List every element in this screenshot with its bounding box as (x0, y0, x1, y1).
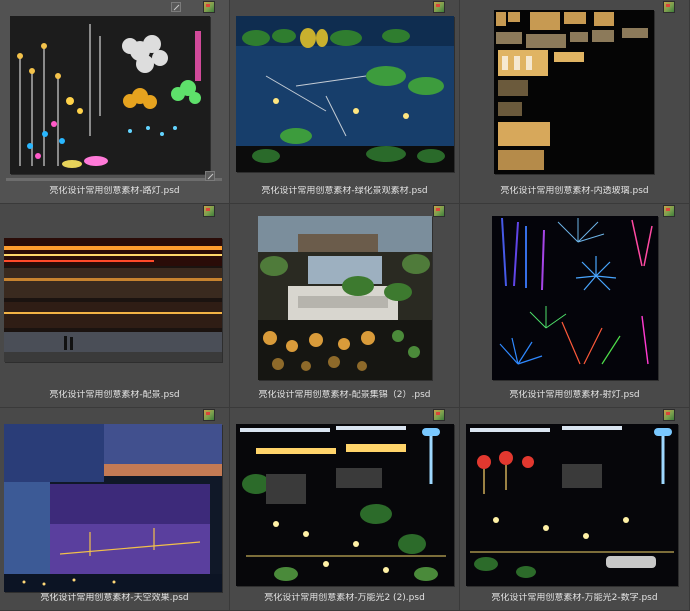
thumbnail-tile-interior-glass[interactable]: 亮化设计常用创意素材-内透玻璃.psd (460, 0, 690, 204)
thumbnail-tile-spotlights[interactable]: 亮化设计常用创意素材-射灯.psd (460, 204, 690, 408)
photoshop-file-icon (433, 1, 445, 13)
thumbnail-caption: 亮化设计常用创意素材-绿化景观素材.psd (261, 186, 428, 196)
selection-bar (6, 178, 222, 181)
thumbnail-image (494, 10, 654, 174)
thumbnail-image (4, 238, 222, 362)
thumbnail-image (236, 424, 454, 586)
resize-handle-icon[interactable] (205, 171, 215, 181)
photoshop-file-icon (433, 409, 445, 421)
photoshop-file-icon (203, 409, 215, 421)
thumbnail-image (10, 16, 210, 174)
photoshop-file-icon (433, 205, 445, 217)
thumbnail-tile-universal-light[interactable]: 亮化设计常用创意素材-万能光2 (2).psd (230, 408, 460, 611)
thumbnail-caption: 亮化设计常用创意素材-内透玻璃.psd (500, 186, 649, 196)
thumbnail-caption: 亮化设计常用创意素材-配景.psd (49, 390, 180, 400)
photoshop-file-icon (663, 1, 675, 13)
thumbnail-caption: 亮化设计常用创意素材-万能光2 (2).psd (264, 593, 425, 603)
thumbnail-tile-greenery[interactable]: 亮化设计常用创意素材-绿化景观素材.psd (230, 0, 460, 204)
photoshop-file-icon (203, 205, 215, 217)
photoshop-file-icon (203, 1, 215, 13)
thumbnail-tile-scene-collection[interactable]: 亮化设计常用创意素材-配景集锦（2）.psd (230, 204, 460, 408)
thumbnail-image (492, 216, 658, 380)
thumbnail-tile-street-lights[interactable]: 亮化设计常用创意素材-路灯.psd (0, 0, 230, 204)
resize-handle-icon[interactable] (171, 2, 181, 12)
thumbnail-caption: 亮化设计常用创意素材-配景集锦（2）.psd (258, 390, 431, 400)
thumbnail-tile-sky-effects[interactable]: 亮化设计常用创意素材-天空效果.psd (0, 408, 230, 611)
thumbnail-caption: 亮化设计常用创意素材-天空效果.psd (40, 593, 189, 603)
thumbnail-image (466, 424, 678, 586)
thumbnail-caption: 亮化设计常用创意素材-路灯.psd (49, 186, 180, 196)
thumbnail-grid: 亮化设计常用创意素材-路灯.psd 亮化设计常用创意素材-绿化景观素材.psd (0, 0, 690, 611)
thumbnail-caption: 亮化设计常用创意素材-射灯.psd (509, 390, 640, 400)
thumbnail-image (4, 424, 222, 592)
thumbnail-tile-background-scenes[interactable]: 亮化设计常用创意素材-配景.psd (0, 204, 230, 408)
thumbnail-image (236, 16, 454, 172)
photoshop-file-icon (663, 409, 675, 421)
thumbnail-tile-universal-light-digital[interactable]: 亮化设计常用创意素材-万能光2-数字.psd (460, 408, 690, 611)
thumbnail-image (258, 216, 432, 380)
photoshop-file-icon (663, 205, 675, 217)
thumbnail-caption: 亮化设计常用创意素材-万能光2-数字.psd (491, 593, 658, 603)
